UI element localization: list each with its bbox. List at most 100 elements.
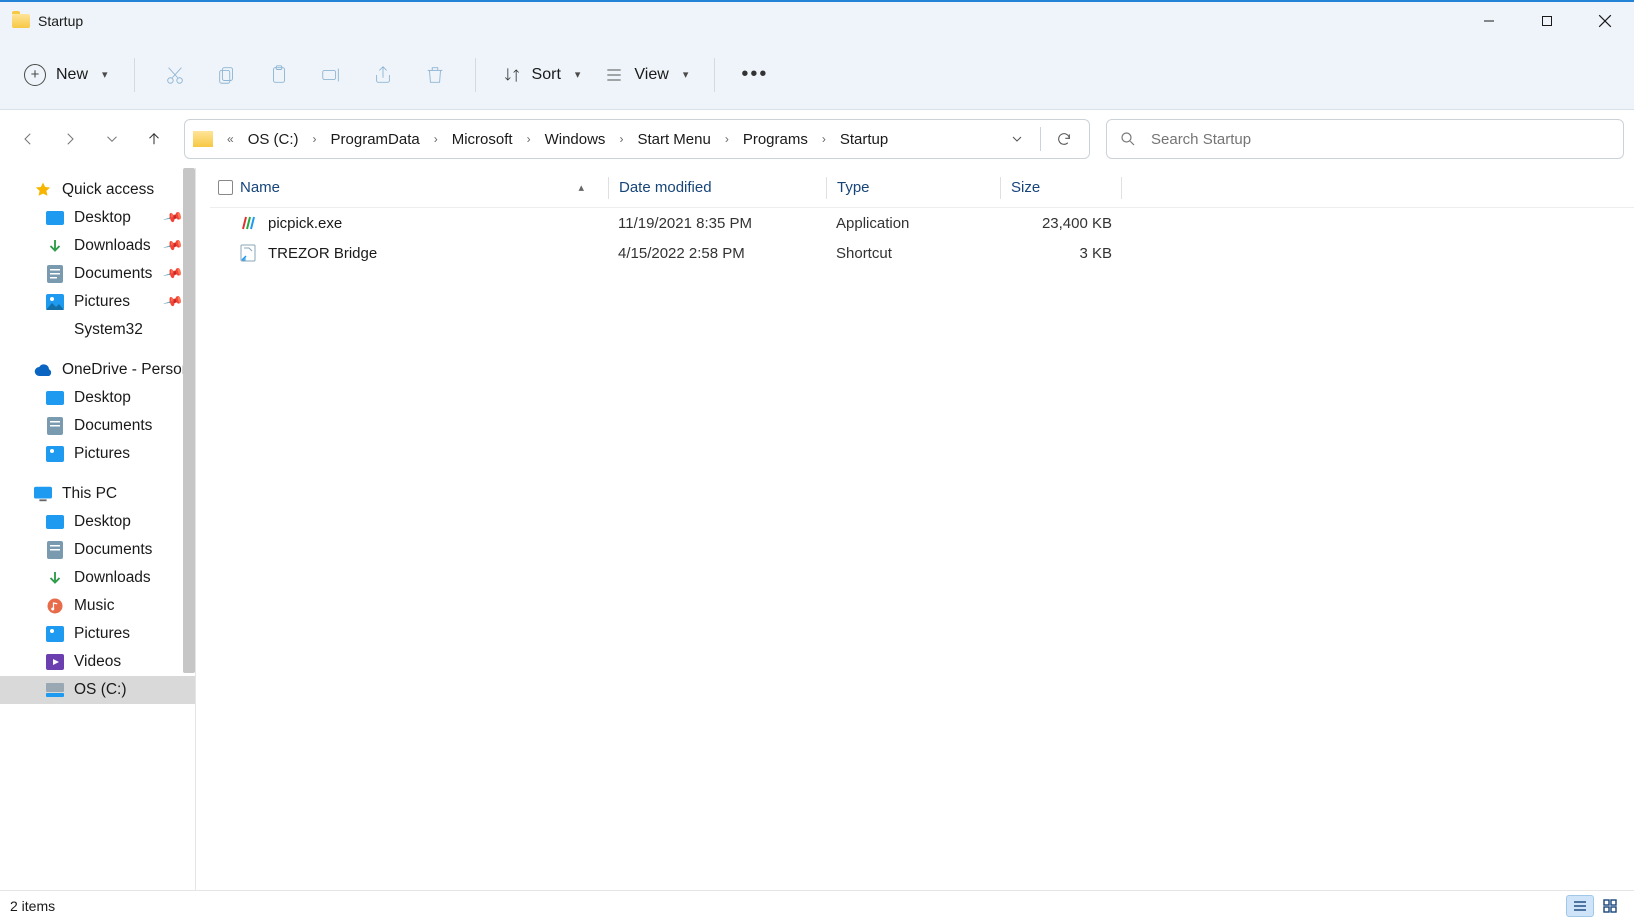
- sidebar-group-thispc[interactable]: This PC: [0, 480, 195, 508]
- sidebar-item-downloads[interactable]: Downloads📌: [0, 232, 195, 260]
- cut-button[interactable]: [151, 53, 199, 97]
- copy-button[interactable]: [203, 53, 251, 97]
- breadcrumb-seg[interactable]: Windows: [541, 127, 610, 152]
- sidebar-item-system32[interactable]: System32: [0, 316, 195, 344]
- column-header-type[interactable]: Type: [827, 179, 1000, 196]
- new-button[interactable]: + New ▾: [14, 58, 118, 92]
- sidebar-item-od-pictures[interactable]: Pictures: [0, 440, 195, 468]
- desktop-icon: [46, 513, 64, 531]
- title-bar: Startup: [0, 0, 1634, 40]
- breadcrumb-seg[interactable]: Start Menu: [633, 127, 714, 152]
- sidebar-item-od-documents[interactable]: Documents: [0, 412, 195, 440]
- breadcrumb-seg[interactable]: Startup: [836, 127, 892, 152]
- sidebar-item-desktop[interactable]: Desktop📌: [0, 204, 195, 232]
- sidebar-item-od-desktop[interactable]: Desktop: [0, 384, 195, 412]
- status-text: 2 items: [10, 898, 55, 914]
- close-button[interactable]: [1576, 1, 1634, 41]
- rename-button[interactable]: [307, 53, 355, 97]
- folder-icon: [12, 14, 30, 28]
- sidebar-item-pc-pictures[interactable]: Pictures: [0, 620, 195, 648]
- breadcrumb-bar[interactable]: « OS (C:) › ProgramData › Microsoft › Wi…: [184, 119, 1090, 159]
- recent-button[interactable]: [94, 121, 130, 157]
- file-row[interactable]: picpick.exe 11/19/2021 8:35 PM Applicati…: [210, 208, 1634, 238]
- sidebar-group-onedrive[interactable]: OneDrive - Person: [0, 356, 195, 384]
- breadcrumb-ellipsis[interactable]: «: [223, 132, 238, 146]
- back-button[interactable]: [10, 121, 46, 157]
- thumbnails-view-button[interactable]: [1596, 895, 1624, 917]
- view-label: View: [634, 66, 668, 84]
- sort-icon: [502, 65, 522, 85]
- separator: [475, 58, 476, 92]
- shortcut-icon: [240, 244, 258, 262]
- column-resizer[interactable]: [1121, 177, 1122, 199]
- sidebar-item-pc-videos[interactable]: Videos: [0, 648, 195, 676]
- sidebar-item-pictures[interactable]: Pictures📌: [0, 288, 195, 316]
- chevron-right-icon: ›: [818, 132, 830, 146]
- column-header-size[interactable]: Size: [1001, 179, 1121, 196]
- toolbar: + New ▾ Sort ▾ View ▾ •••: [0, 40, 1634, 110]
- download-icon: [46, 237, 64, 255]
- view-button[interactable]: View ▾: [594, 59, 698, 91]
- sidebar-group-label: OneDrive - Person: [62, 361, 185, 379]
- delete-button[interactable]: [411, 53, 459, 97]
- search-icon: [1119, 130, 1137, 148]
- sidebar-item-pc-music[interactable]: Music: [0, 592, 195, 620]
- sort-asc-icon: ▴: [578, 181, 584, 194]
- file-size: 3 KB: [1000, 245, 1120, 262]
- breadcrumb-seg[interactable]: Microsoft: [448, 127, 517, 152]
- column-header-name[interactable]: Name▴: [240, 179, 608, 196]
- separator: [1040, 127, 1041, 151]
- breadcrumb-seg[interactable]: OS (C:): [244, 127, 303, 152]
- folder-icon: [193, 131, 213, 147]
- more-button[interactable]: •••: [731, 57, 778, 92]
- pin-icon: 📌: [162, 291, 184, 313]
- details-view-button[interactable]: [1566, 895, 1594, 917]
- sidebar-item-documents[interactable]: Documents📌: [0, 260, 195, 288]
- refresh-button[interactable]: [1047, 131, 1081, 147]
- sidebar-group-quick-access[interactable]: Quick access: [0, 176, 195, 204]
- app-icon: [240, 214, 258, 232]
- cloud-icon: [34, 361, 52, 379]
- document-icon: [46, 541, 64, 559]
- breadcrumb-seg[interactable]: ProgramData: [327, 127, 424, 152]
- paste-button[interactable]: [255, 53, 303, 97]
- maximize-button[interactable]: [1518, 1, 1576, 41]
- column-header-date[interactable]: Date modified: [609, 179, 826, 196]
- chevron-right-icon: ›: [309, 132, 321, 146]
- pc-icon: [34, 485, 52, 503]
- sidebar-scrollbar[interactable]: [183, 168, 195, 673]
- pin-icon: 📌: [162, 207, 184, 229]
- pin-icon: 📌: [162, 263, 184, 285]
- sort-button[interactable]: Sort ▾: [492, 59, 591, 91]
- file-type: Application: [826, 215, 1000, 232]
- sort-label: Sort: [532, 66, 561, 84]
- new-label: New: [56, 66, 88, 84]
- share-button[interactable]: [359, 53, 407, 97]
- file-name: TREZOR Bridge: [268, 245, 377, 262]
- picture-icon: [46, 445, 64, 463]
- sidebar-item-pc-osc[interactable]: OS (C:): [0, 676, 195, 704]
- chevron-right-icon: ›: [615, 132, 627, 146]
- breadcrumb-dropdown[interactable]: [1000, 131, 1034, 147]
- view-icon: [604, 65, 624, 85]
- plus-icon: +: [24, 64, 46, 86]
- file-date: 11/19/2021 8:35 PM: [608, 215, 826, 232]
- breadcrumb-seg[interactable]: Programs: [739, 127, 812, 152]
- video-icon: [46, 653, 64, 671]
- sidebar-item-pc-documents[interactable]: Documents: [0, 536, 195, 564]
- sidebar-item-pc-desktop[interactable]: Desktop: [0, 508, 195, 536]
- pin-icon: 📌: [162, 235, 184, 257]
- file-row[interactable]: TREZOR Bridge 4/15/2022 2:58 PM Shortcut…: [210, 238, 1634, 268]
- sidebar-group-label: Quick access: [62, 181, 154, 199]
- document-icon: [46, 417, 64, 435]
- file-list: Name▴ Date modified Type Size picpick.ex…: [196, 168, 1634, 890]
- up-button[interactable]: [136, 121, 172, 157]
- forward-button[interactable]: [52, 121, 88, 157]
- select-all-checkbox[interactable]: [210, 180, 240, 195]
- sidebar-item-pc-downloads[interactable]: Downloads: [0, 564, 195, 592]
- minimize-button[interactable]: [1460, 1, 1518, 41]
- search-box[interactable]: [1106, 119, 1624, 159]
- file-name: picpick.exe: [268, 215, 342, 232]
- file-date: 4/15/2022 2:58 PM: [608, 245, 826, 262]
- search-input[interactable]: [1151, 131, 1611, 148]
